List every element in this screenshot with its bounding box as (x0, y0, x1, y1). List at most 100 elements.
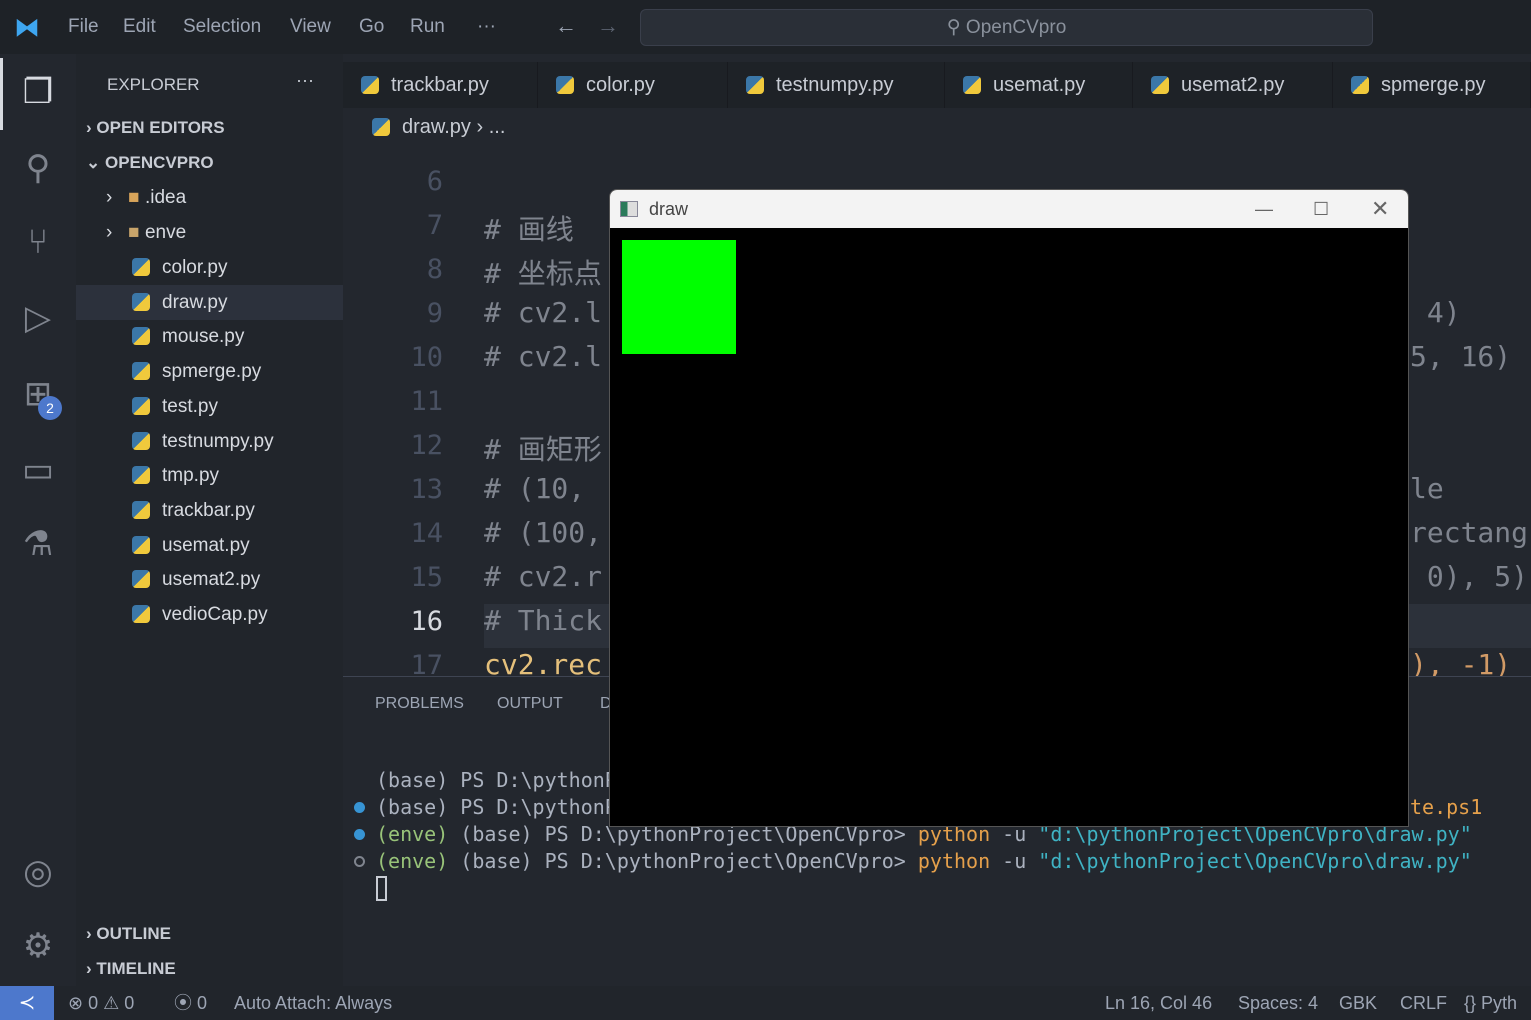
folder-idea[interactable]: › ■ .idea (76, 180, 343, 215)
python-file-icon (746, 76, 764, 94)
menu-view[interactable]: View (290, 16, 331, 38)
terminal-line: (base) PS D:\pythonP (376, 795, 617, 819)
minimize-button[interactable]: — (1255, 190, 1273, 228)
ports-indicator[interactable]: ⦿ 0 (174, 986, 207, 1020)
search-label: OpenCVpro (965, 17, 1067, 38)
python-file-icon (963, 76, 981, 94)
python-file-icon (132, 258, 150, 276)
back-arrow-icon[interactable]: ← (555, 13, 577, 39)
opencv-window-draw[interactable]: draw — ☐ ✕ (609, 189, 1409, 827)
chevron-down-icon: ⌄ (86, 153, 105, 172)
file-usemat-py[interactable]: usemat.py (76, 528, 343, 563)
braces-icon: {} (1464, 993, 1482, 1013)
command-decoration-icon[interactable] (354, 856, 365, 867)
file-label: tmp.py (162, 465, 220, 487)
python-file-icon (132, 535, 150, 554)
tab-spmerge-py[interactable]: spmerge.py (1333, 62, 1531, 108)
menu-edit[interactable]: Edit (123, 16, 156, 38)
green-filled-rectangle (622, 240, 736, 354)
folder-icon: ■ (128, 187, 145, 208)
remote-indicator-icon[interactable]: ≺ (0, 986, 54, 1020)
project-section[interactable]: ⌄ OPENCVPRO (86, 153, 214, 173)
run-debug-icon[interactable]: ▷ (16, 296, 60, 340)
menu-go[interactable]: Go (359, 16, 384, 38)
prompt-text: (base) PS D:\pythonProject\OpenCVpro> (448, 849, 918, 873)
tab-usemat-py[interactable]: usemat.py (945, 62, 1133, 108)
file-usemat2-py[interactable]: usemat2.py (76, 562, 343, 597)
indentation[interactable]: Spaces: 4 (1238, 986, 1318, 1020)
breadcrumb-file[interactable]: draw.py (402, 116, 471, 138)
python-file-icon (132, 327, 150, 346)
file-trackbar-py[interactable]: trackbar.py (76, 493, 343, 528)
python-file-icon (361, 76, 379, 94)
problems-indicator[interactable]: ⊗ 0 ⚠ 0 (68, 986, 134, 1020)
auto-attach[interactable]: Auto Attach: Always (234, 986, 392, 1020)
window-title-bar[interactable]: draw — ☐ ✕ (610, 190, 1408, 228)
explorer-title: EXPLORER (107, 75, 200, 94)
testing-icon[interactable]: ⚗ (16, 522, 60, 566)
prompt-text: (base) PS D:\pythonP (376, 768, 617, 792)
editor-tabs: trackbar.py color.py testnumpy.py usemat.py… (343, 62, 1531, 108)
command-decoration-icon[interactable] (354, 829, 365, 840)
search-icon[interactable]: ⚲ (16, 146, 60, 190)
account-icon[interactable]: ◎ (16, 850, 60, 894)
code-line-right: 4) (1410, 296, 1461, 329)
file-testnumpy-py[interactable]: testnumpy.py (76, 424, 343, 459)
tab-color-py[interactable]: color.py (538, 62, 728, 108)
extensions-badge: 2 (38, 396, 62, 420)
cursor-position[interactable]: Ln 16, Col 46 (1105, 986, 1212, 1020)
vscode-logo-icon: ⧓ (14, 12, 40, 42)
more-actions-button[interactable]: ··· (296, 70, 314, 91)
chevron-right-icon: › (86, 924, 97, 943)
terminal-line: (enve) (base) PS D:\pythonProject\OpenCV… (376, 849, 1472, 873)
active-indicator (0, 58, 3, 130)
file-draw-py[interactable]: draw.py (76, 284, 343, 320)
encoding[interactable]: GBK (1339, 986, 1377, 1020)
menu-more[interactable]: ··· (477, 16, 496, 38)
line-number: 16 (410, 606, 443, 637)
file-vedioCap-py[interactable]: vedioCap.py (76, 597, 343, 632)
python-file-icon (132, 292, 150, 311)
file-mouse-py[interactable]: mouse.py (76, 319, 343, 354)
line-number: 12 (410, 430, 443, 461)
error-icon: ⊗ (68, 993, 89, 1013)
menu-file[interactable]: File (68, 16, 99, 38)
end-of-line[interactable]: CRLF (1400, 986, 1447, 1020)
tab-usemat2-py[interactable]: usemat2.py (1133, 62, 1333, 108)
python-file-icon (132, 431, 150, 450)
maximize-button[interactable]: ☐ (1313, 190, 1329, 228)
code-line-left: # Thick (484, 604, 603, 637)
open-editors-section[interactable]: › OPEN EDITORS (86, 118, 225, 138)
tab-testnumpy-py[interactable]: testnumpy.py (728, 62, 945, 108)
tab-trackbar-py[interactable]: trackbar.py (343, 62, 538, 108)
command-center-search[interactable]: ⚲ OpenCVpro (640, 9, 1373, 46)
tab-problems[interactable]: PROBLEMS (375, 695, 464, 713)
breadcrumb-symbol[interactable]: ... (489, 116, 506, 138)
forward-arrow-icon[interactable]: → (597, 13, 619, 39)
folder-enve[interactable]: › ■ enve (76, 215, 343, 250)
file-tmp-py[interactable]: tmp.py (76, 458, 343, 493)
chevron-right-icon: › (106, 187, 129, 208)
file-test-py[interactable]: test.py (76, 389, 343, 424)
line-number: 11 (410, 386, 443, 417)
prompt-text: (base) PS D:\pythonP (376, 795, 617, 819)
file-spmerge-py[interactable]: spmerge.py (76, 354, 343, 389)
timeline-section[interactable]: › TIMELINE (86, 959, 176, 979)
menu-selection[interactable]: Selection (183, 16, 261, 38)
settings-gear-icon[interactable]: ⚙ (16, 924, 60, 968)
command-decoration-icon[interactable] (354, 802, 365, 813)
remote-explorer-icon[interactable]: ▭ (16, 448, 60, 492)
explorer-icon[interactable]: ❐ (16, 70, 60, 114)
line-number: 9 (426, 298, 443, 329)
tab-output[interactable]: OUTPUT (497, 695, 563, 713)
source-control-icon[interactable]: ⑂ (16, 220, 60, 264)
file-label: color.py (162, 257, 228, 278)
file-color-py[interactable]: color.py (76, 250, 343, 285)
close-button[interactable]: ✕ (1371, 190, 1389, 228)
code-line-right: le (1410, 472, 1444, 505)
menu-run[interactable]: Run (410, 16, 445, 38)
python-file-icon (132, 570, 150, 589)
outline-section[interactable]: › OUTLINE (86, 924, 171, 944)
language-mode[interactable]: {} Pyth (1464, 986, 1517, 1020)
code-line-left: # cv2.l (484, 296, 603, 329)
